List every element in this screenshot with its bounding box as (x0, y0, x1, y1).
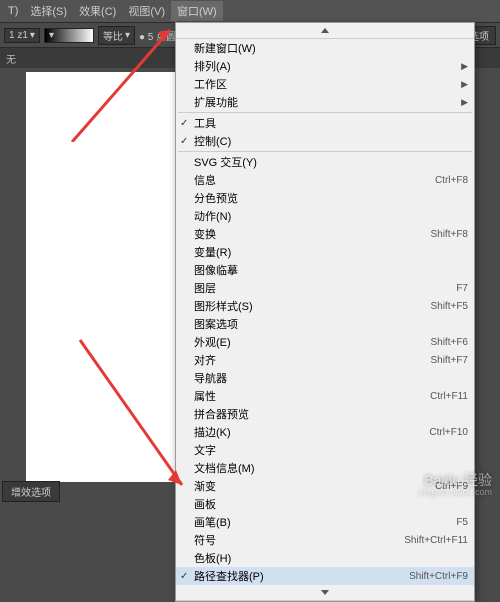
menu-item-2[interactable]: 工作区 ▶ (176, 75, 474, 93)
menu-item-label: 图形样式(S) (194, 298, 253, 314)
menu-item-label: 工作区 (194, 76, 227, 92)
menu-item-12[interactable]: 变换 Shift+F8 (176, 225, 474, 243)
menu-item-label: 文字 (194, 442, 216, 458)
menu-item-label: 拼合器预览 (194, 406, 249, 422)
menu-item-24[interactable]: 文字 (176, 441, 474, 459)
menu-shortcut: Ctrl+F8 (435, 175, 468, 186)
menu-item-label: 图像临摹 (194, 262, 238, 278)
menu-item-label: 排列(A) (194, 58, 231, 74)
menu-item-label: 工具 (194, 115, 216, 131)
menu-item-label: 图层 (194, 280, 216, 296)
menu-item-label: 对齐 (194, 352, 216, 368)
menu-item-16[interactable]: 图形样式(S) Shift+F5 (176, 297, 474, 315)
menu-shortcut: Shift+F5 (430, 301, 468, 312)
menu-item-14[interactable]: 图像临摹 (176, 261, 474, 279)
menu-item-10[interactable]: 分色预览 (176, 189, 474, 207)
menu-item-label: SVG 交互(Y) (194, 154, 257, 170)
menu-item-27[interactable]: 画板 (176, 495, 474, 513)
menu-item-label: 外观(E) (194, 334, 231, 350)
window-menu-dropdown: 新建窗口(W) 排列(A) ▶ 工作区 ▶ 扩展功能 ▶ ✓ 工具 ✓ 控制(C) SVG 交互(Y)… (175, 22, 475, 602)
menu-shortcut: Ctrl+F11 (430, 391, 468, 402)
menu-item-label: 属性 (194, 388, 216, 404)
menu-shortcut: F5 (456, 517, 468, 528)
menu-item-label: 新建窗口(W) (194, 40, 256, 56)
menu-item-31[interactable]: ✓ 路径查找器(P) Shift+Ctrl+F9 (176, 567, 474, 585)
menu-item-label: 动作(N) (194, 208, 231, 224)
menu-item-13[interactable]: 变量(R) (176, 243, 474, 261)
menu-item-label: 画板 (194, 496, 216, 512)
menu-item-label: 变量(R) (194, 244, 231, 260)
menu-item-20[interactable]: 导航器 (176, 369, 474, 387)
menu-item-17[interactable]: 图案选项 (176, 315, 474, 333)
menu-shortcut: Ctrl+F9 (435, 481, 468, 492)
menu-item-label: 色板(H) (194, 550, 231, 566)
menu-scroll-up[interactable] (176, 23, 474, 39)
menu-item-8[interactable]: SVG 交互(Y) (176, 153, 474, 171)
menu-item-label: 导航器 (194, 370, 227, 386)
menu-item-15[interactable]: 图层 F7 (176, 279, 474, 297)
menu-item-label: 分色预览 (194, 190, 238, 206)
menu-shortcut: Shift+F6 (430, 337, 468, 348)
menu-item-label: 画笔(B) (194, 514, 231, 530)
menu-item-label: 文档信息(M) (194, 460, 255, 476)
menu-item-11[interactable]: 动作(N) (176, 207, 474, 225)
bottom-tab[interactable]: 增效选项 (2, 481, 60, 502)
submenu-arrow-icon: ▶ (461, 79, 468, 90)
menu-shortcut: Shift+F8 (430, 229, 468, 240)
menu-item-26[interactable]: 渐变 Ctrl+F9 (176, 477, 474, 495)
menu-item-23[interactable]: 描边(K) Ctrl+F10 (176, 423, 474, 441)
menu-separator (178, 151, 472, 152)
submenu-arrow-icon: ▶ (461, 61, 468, 72)
menu-shortcut: Shift+Ctrl+F9 (409, 571, 468, 582)
menu-item-3[interactable]: 扩展功能 ▶ (176, 93, 474, 111)
menu-scroll-down[interactable] (176, 585, 474, 601)
menu-select[interactable]: 选择(S) (24, 1, 73, 21)
menu-item-6[interactable]: ✓ 控制(C) (176, 132, 474, 150)
menu-effect[interactable]: 效果(C) (73, 1, 122, 21)
stroke-value-dropdown[interactable]: 1 z1 ▾ (4, 28, 40, 43)
menu-shortcut: Ctrl+F10 (429, 427, 468, 438)
check-icon: ✓ (180, 571, 188, 582)
menu-item-label: 描边(K) (194, 424, 231, 440)
menu-item-label: 信息 (194, 172, 216, 188)
stroke-profile-dropdown[interactable]: ▾ (44, 28, 94, 43)
menu-shortcut: F7 (456, 283, 468, 294)
menu-shortcut: Shift+F7 (430, 355, 468, 366)
menu-shortcut: Shift+Ctrl+F11 (404, 535, 468, 546)
menubar: T) 选择(S) 效果(C) 视图(V) 窗口(W) (0, 0, 500, 22)
menu-item-21[interactable]: 属性 Ctrl+F11 (176, 387, 474, 405)
menu-view[interactable]: 视图(V) (122, 1, 171, 21)
menu-item-0[interactable]: 新建窗口(W) (176, 39, 474, 57)
menu-item-1[interactable]: 排列(A) ▶ (176, 57, 474, 75)
menu-item-label: 扩展功能 (194, 94, 238, 110)
menu-item-25[interactable]: 文档信息(M) (176, 459, 474, 477)
menu-window[interactable]: 窗口(W) (171, 1, 223, 21)
menu-item-18[interactable]: 外观(E) Shift+F6 (176, 333, 474, 351)
left-panel (0, 68, 26, 504)
menu-separator (178, 112, 472, 113)
menu-item-30[interactable]: 色板(H) (176, 549, 474, 567)
menu-item-29[interactable]: 符号 Shift+Ctrl+F11 (176, 531, 474, 549)
menu-item-19[interactable]: 对齐 Shift+F7 (176, 351, 474, 369)
menu-t[interactable]: T) (2, 3, 24, 19)
menu-item-label: 渐变 (194, 478, 216, 494)
menu-item-label: 控制(C) (194, 133, 231, 149)
check-icon: ✓ (180, 136, 188, 147)
stroke-unit-dropdown[interactable]: 等比 ▾ (98, 26, 135, 45)
menu-item-22[interactable]: 拼合器预览 (176, 405, 474, 423)
secondary-label: 无 (6, 51, 16, 66)
menu-item-label: 路径查找器(P) (194, 568, 264, 584)
menu-item-label: 变换 (194, 226, 216, 242)
menu-item-label: 符号 (194, 532, 216, 548)
check-icon: ✓ (180, 118, 188, 129)
menu-item-9[interactable]: 信息 Ctrl+F8 (176, 171, 474, 189)
menu-item-label: 图案选项 (194, 316, 238, 332)
menu-item-28[interactable]: 画笔(B) F5 (176, 513, 474, 531)
menu-item-5[interactable]: ✓ 工具 (176, 114, 474, 132)
submenu-arrow-icon: ▶ (461, 97, 468, 108)
